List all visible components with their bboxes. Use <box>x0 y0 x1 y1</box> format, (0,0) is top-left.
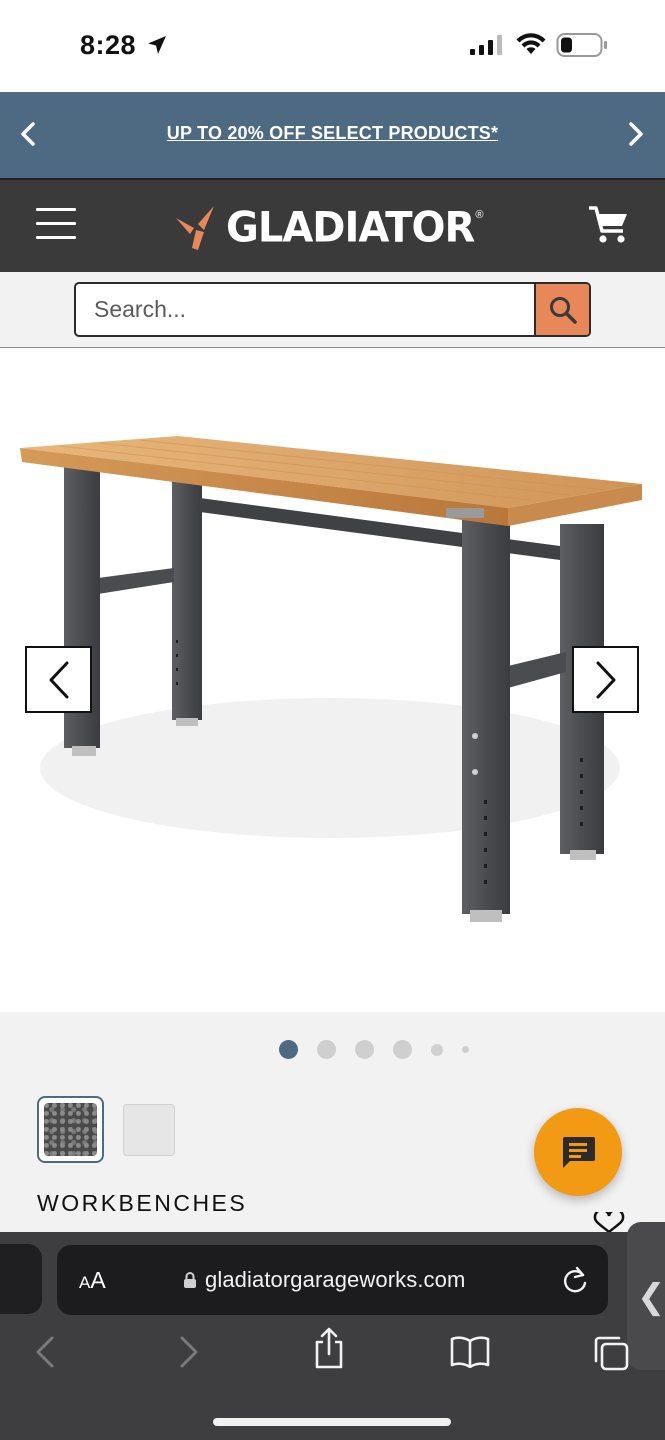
promo-link[interactable]: UP TO 20% OFF SELECT PRODUCTS* <box>0 123 665 144</box>
chevron-left-icon <box>49 661 68 698</box>
menu-line <box>36 222 76 225</box>
heart-icon[interactable] <box>592 1212 626 1234</box>
search-icon <box>549 296 577 324</box>
reload-icon[interactable] <box>561 1265 589 1295</box>
product-image <box>20 436 642 922</box>
status-bar: 8:28 <box>0 0 665 92</box>
home-indicator[interactable] <box>213 1418 451 1426</box>
address-bar[interactable]: AA gladiatorgarageworks.com <box>57 1245 608 1315</box>
bookmarks-icon[interactable] <box>450 1334 490 1368</box>
lock-icon <box>184 1272 196 1288</box>
promo-banner: UP TO 20% OFF SELECT PRODUCTS* <box>0 92 665 178</box>
carousel-prev-button[interactable] <box>25 646 92 713</box>
browser-toolbar <box>0 1327 665 1382</box>
chevron-right-icon <box>629 122 643 146</box>
cellular-signal-icon <box>470 35 502 55</box>
carousel-pagination <box>279 1040 488 1059</box>
chat-icon <box>563 1137 595 1168</box>
logo-text: GLADIATOR <box>226 203 475 253</box>
chat-button[interactable] <box>534 1108 622 1196</box>
tabs-icon[interactable] <box>592 1334 630 1372</box>
search-form <box>74 282 591 337</box>
menu-line <box>36 236 76 239</box>
pagination-dot[interactable] <box>462 1046 469 1053</box>
swatch-white[interactable] <box>123 1104 175 1156</box>
swatch-fill <box>44 1103 97 1156</box>
menu-line <box>36 208 76 211</box>
pagination-dot[interactable] <box>431 1043 443 1056</box>
wifi-icon <box>516 33 546 54</box>
battery-icon <box>556 33 607 57</box>
carousel-next-button[interactable] <box>572 646 639 713</box>
search-input[interactable] <box>76 284 538 335</box>
promo-next-button[interactable] <box>614 112 658 156</box>
search-button[interactable] <box>534 284 589 335</box>
location-arrow-icon <box>148 36 166 54</box>
site-logo[interactable]: GLADIATOR ® <box>174 202 483 254</box>
forward-icon[interactable] <box>176 1332 202 1372</box>
cart-icon[interactable] <box>587 204 631 246</box>
site-header: GLADIATOR ® <box>0 178 665 272</box>
back-icon[interactable] <box>32 1332 58 1372</box>
chevron-right-icon <box>596 661 615 698</box>
product-category[interactable]: WORKBENCHES <box>37 1190 247 1217</box>
status-time: 8:28 <box>80 30 137 60</box>
logo-registered-mark: ® <box>475 209 484 221</box>
text-size-button[interactable]: AA <box>79 1267 106 1294</box>
chevron-left-icon: ❮ <box>637 1278 665 1316</box>
browser-chrome: ❮ AA gladiatorgarageworks.com <box>0 1222 665 1440</box>
pagination-dot[interactable] <box>355 1040 374 1059</box>
menu-button[interactable] <box>36 208 76 244</box>
share-icon[interactable] <box>312 1326 346 1370</box>
swatch-hammered-granite[interactable] <box>37 1096 104 1163</box>
url-text[interactable]: gladiatorgarageworks.com <box>205 1267 465 1293</box>
previous-tab-preview[interactable] <box>0 1244 42 1314</box>
pagination-dot[interactable] <box>279 1040 298 1059</box>
product-info: WORKBENCHES <box>0 1012 665 1234</box>
pagination-dot[interactable] <box>393 1040 412 1059</box>
gladiator-mark-icon <box>176 206 214 250</box>
pagination-dot[interactable] <box>317 1040 336 1059</box>
search-bar-area <box>0 272 665 348</box>
product-image-carousel[interactable] <box>0 348 665 1012</box>
